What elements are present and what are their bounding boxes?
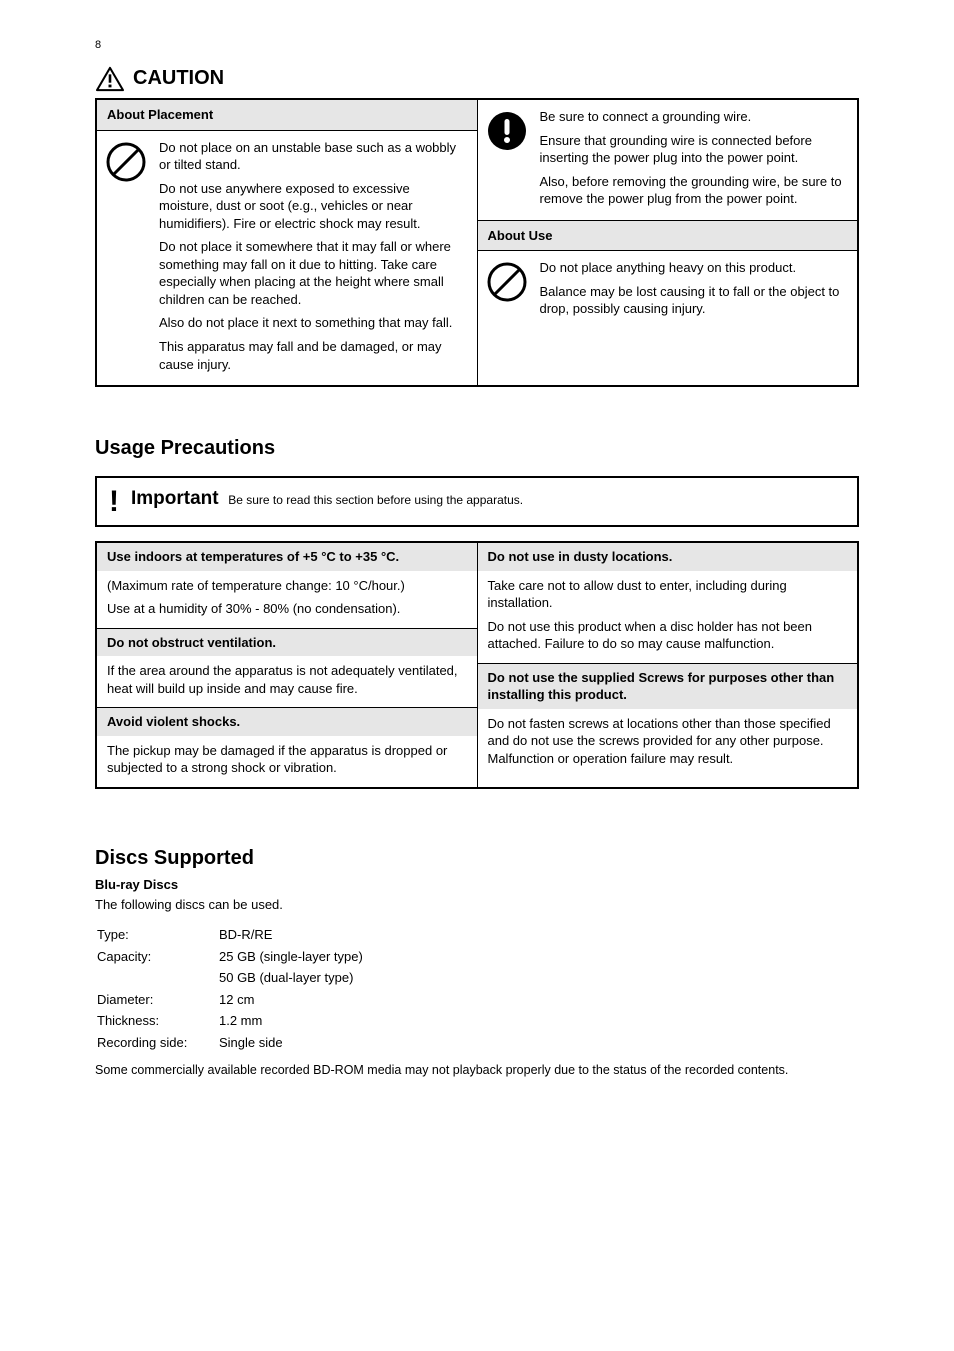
exclamation-icon: ! bbox=[109, 486, 119, 515]
spec-value: Single side bbox=[219, 1033, 363, 1053]
caution-right-column: Be sure to connect a grounding wire. Ens… bbox=[477, 100, 858, 385]
caution-heading-text: CAUTION bbox=[133, 65, 224, 92]
prohibit-icon bbox=[486, 261, 528, 303]
table-row: 50 GB (dual-layer type) bbox=[97, 968, 363, 988]
spec-value: 25 GB (single-layer type) bbox=[219, 947, 363, 967]
usage-left-b3: The pickup may be damaged if the apparat… bbox=[97, 736, 477, 787]
table-row: Capacity:25 GB (single-layer type) bbox=[97, 947, 363, 967]
usage-left-b1-p1: (Maximum rate of temperature change: 10 … bbox=[107, 577, 467, 595]
usage-left-h3: Avoid violent shocks. bbox=[97, 707, 477, 736]
table-row: Type:BD-R/RE bbox=[97, 925, 363, 945]
blu-ray-sub: Blu-ray Discs bbox=[95, 876, 859, 894]
usage-right-b2-p1: Do not fasten screws at locations other … bbox=[488, 715, 848, 768]
grounding-text: Be sure to connect a grounding wire. Ens… bbox=[540, 108, 848, 208]
usage-right-column: Do not use in dusty locations. Take care… bbox=[477, 543, 858, 787]
usage-table: Use indoors at temperatures of +5 °C to … bbox=[95, 541, 859, 789]
placement-p1: Do not place on an unstable base such as… bbox=[159, 139, 467, 174]
table-row: Thickness:1.2 mm bbox=[97, 1011, 363, 1031]
grounding-p1: Be sure to connect a grounding wire. bbox=[540, 108, 848, 126]
usage-right-h1: Do not use in dusty locations. bbox=[478, 543, 858, 571]
spec-label bbox=[97, 968, 217, 988]
placement-p2: Do not use anywhere exposed to excessive… bbox=[159, 180, 467, 233]
about-use-body: Do not place anything heavy on this prod… bbox=[478, 251, 858, 330]
placement-p3: Do not place it somewhere that it may fa… bbox=[159, 238, 467, 308]
placement-header: About Placement bbox=[97, 100, 477, 131]
important-label: Important bbox=[131, 488, 219, 509]
discs-intro: The following discs can be used. bbox=[95, 896, 859, 914]
usage-right-b1-p1: Take care not to allow dust to enter, in… bbox=[488, 577, 848, 612]
grounding-p3: Also, before removing the grounding wire… bbox=[540, 173, 848, 208]
spec-label: Capacity: bbox=[97, 947, 217, 967]
important-box: ! Important Be sure to read this section… bbox=[95, 476, 859, 527]
placement-text: Do not place on an unstable base such as… bbox=[159, 139, 467, 374]
usage-right-h2: Do not use the supplied Screws for purpo… bbox=[478, 663, 858, 709]
spec-label: Thickness: bbox=[97, 1011, 217, 1031]
usage-left-b2: If the area around the apparatus is not … bbox=[97, 656, 477, 707]
placement-p4: Also do not place it next to something t… bbox=[159, 314, 467, 332]
usage-left-b2-p1: If the area around the apparatus is not … bbox=[107, 662, 467, 697]
table-row: Recording side:Single side bbox=[97, 1033, 363, 1053]
usage-right-b2: Do not fasten screws at locations other … bbox=[478, 709, 858, 778]
page-number: 8 bbox=[95, 38, 101, 53]
usage-left-h2: Do not obstruct ventilation. bbox=[97, 628, 477, 657]
spec-label: Type: bbox=[97, 925, 217, 945]
spec-value: 50 GB (dual-layer type) bbox=[219, 968, 363, 988]
usage-right-b1: Take care not to allow dust to enter, in… bbox=[478, 571, 858, 663]
usage-left-b3-p1: The pickup may be damaged if the apparat… bbox=[107, 742, 467, 777]
usage-left-column: Use indoors at temperatures of +5 °C to … bbox=[97, 543, 477, 787]
usage-right-b1-p2: Do not use this product when a disc hold… bbox=[488, 618, 848, 653]
prohibit-icon bbox=[105, 141, 147, 183]
about-use-p2: Balance may be lost causing it to fall o… bbox=[540, 283, 848, 318]
grounding-body: Be sure to connect a grounding wire. Ens… bbox=[478, 100, 858, 221]
usage-precautions-heading: Usage Precautions bbox=[95, 435, 859, 462]
disc-note: Some commercially available recorded BD-… bbox=[95, 1062, 859, 1079]
spec-label: Diameter: bbox=[97, 990, 217, 1010]
spec-label: Recording side: bbox=[97, 1033, 217, 1053]
about-use-text: Do not place anything heavy on this prod… bbox=[540, 259, 848, 318]
spec-value: 1.2 mm bbox=[219, 1011, 363, 1031]
caution-heading: CAUTION bbox=[95, 65, 859, 92]
placement-body: Do not place on an unstable base such as… bbox=[97, 131, 477, 386]
usage-left-h1: Use indoors at temperatures of +5 °C to … bbox=[97, 543, 477, 571]
about-use-header: About Use bbox=[478, 221, 858, 252]
discs-supported-heading: Discs Supported bbox=[95, 845, 859, 872]
about-use-p1: Do not place anything heavy on this prod… bbox=[540, 259, 848, 277]
placement-p5: This apparatus may fall and be damaged, … bbox=[159, 338, 467, 373]
spec-value: 12 cm bbox=[219, 990, 363, 1010]
spec-value: BD-R/RE bbox=[219, 925, 363, 945]
mandatory-icon bbox=[486, 110, 528, 152]
important-sub: Be sure to read this section before usin… bbox=[228, 493, 523, 507]
table-row: Diameter:12 cm bbox=[97, 990, 363, 1010]
warning-triangle-icon bbox=[95, 66, 125, 92]
disc-spec-table: Type:BD-R/RE Capacity:25 GB (single-laye… bbox=[95, 923, 365, 1054]
caution-left-column: About Placement Do not place on an unsta… bbox=[97, 100, 477, 385]
usage-left-b1: (Maximum rate of temperature change: 10 … bbox=[97, 571, 477, 628]
caution-box: About Placement Do not place on an unsta… bbox=[95, 98, 859, 387]
usage-left-b1-p2: Use at a humidity of 30% - 80% (no conde… bbox=[107, 600, 467, 618]
grounding-p2: Ensure that grounding wire is connected … bbox=[540, 132, 848, 167]
